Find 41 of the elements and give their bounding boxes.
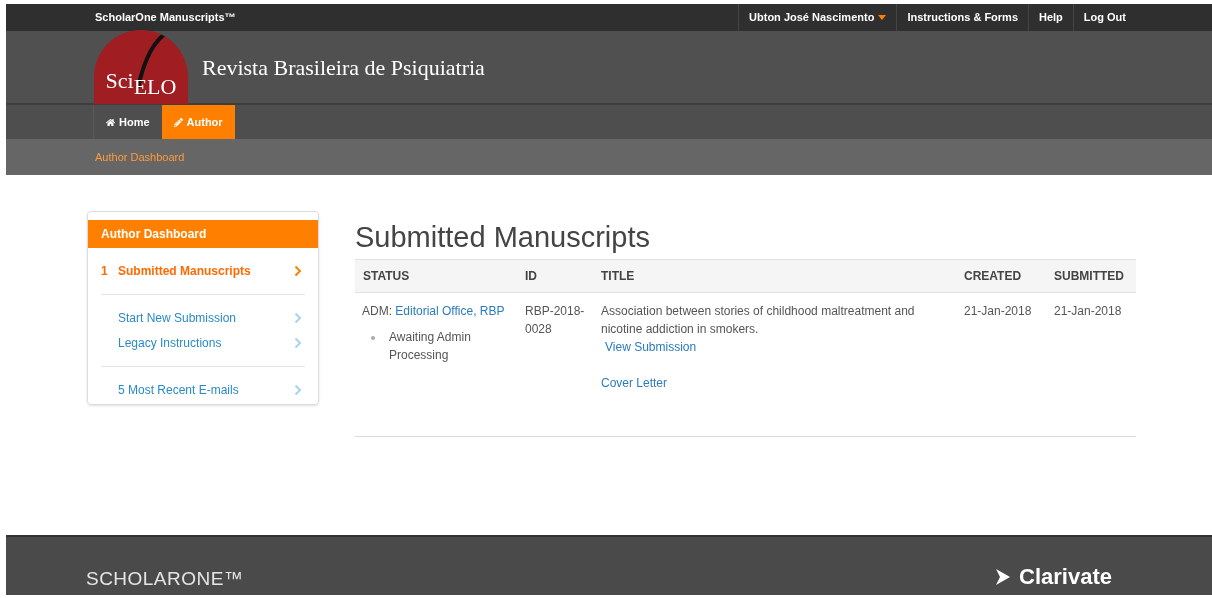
sidebar-item[interactable]: 5 Most Recent E-mails [101, 381, 305, 399]
home-icon [106, 117, 115, 127]
manuscript-link[interactable]: View Submission [605, 340, 697, 354]
status-text: ADM: Editorial Office, RBP [362, 303, 506, 320]
column-header: STATUS [362, 268, 411, 285]
item-label: Legacy Instructions [118, 335, 222, 352]
partner-brand: Clarivate [1019, 563, 1112, 591]
sidebar-header: Author Dashboard [88, 220, 318, 248]
column-header: TITLE [600, 268, 636, 285]
chevron-right-icon [294, 337, 302, 349]
journal-title: Revista Brasileira de Psiquiatria [202, 53, 485, 82]
item-count: 1 [101, 263, 109, 280]
footer-brand: SCHOLARONE™ [86, 566, 244, 591]
nav-tab[interactable]: Author [161, 105, 235, 139]
bullet-icon [371, 336, 375, 340]
logo-text: ELO [133, 76, 177, 98]
status-item: Awaiting Admin Processing [389, 329, 472, 364]
item-label: Submitted Manuscripts [118, 263, 251, 280]
chevron-right-icon [294, 265, 302, 277]
sidebar-item[interactable]: 1 Submitted Manuscripts [101, 262, 305, 280]
column-header: ID [524, 268, 538, 285]
chevron-right-icon [294, 312, 302, 324]
sidebar-item[interactable]: Legacy Instructions [101, 334, 305, 352]
status-link[interactable]: Editorial Office, RBP [395, 304, 505, 318]
created-date: 21-Jan-2018 [964, 304, 1032, 318]
sidebar-item[interactable]: Start New Submission [101, 309, 305, 327]
manuscript-link[interactable]: Cover Letter [601, 376, 668, 390]
manuscript-title: Association between stories of childhood maltreatment and nicotine addiction in smokers. [601, 303, 916, 338]
pencil-icon [173, 117, 183, 127]
submitted-date: 21-Jan-2018 [1054, 304, 1122, 318]
item-label: Start New Submission [118, 310, 237, 327]
manuscript-id: RBP-2018-0028 [525, 303, 586, 338]
item-label: 5 Most Recent E-mails [118, 382, 239, 399]
column-header: SUBMITTED [1053, 268, 1125, 285]
caret-down-icon [878, 15, 887, 20]
column-header: CREATED [963, 268, 1023, 285]
breadcrumb-link[interactable]: Author Dashboard [95, 148, 185, 166]
brand-name: ScholarOne Manuscripts™ [95, 10, 236, 26]
logo-text: Sci [105, 70, 134, 92]
chevron-right-icon [294, 384, 302, 396]
page-title: Submitted Manuscripts [355, 220, 651, 255]
